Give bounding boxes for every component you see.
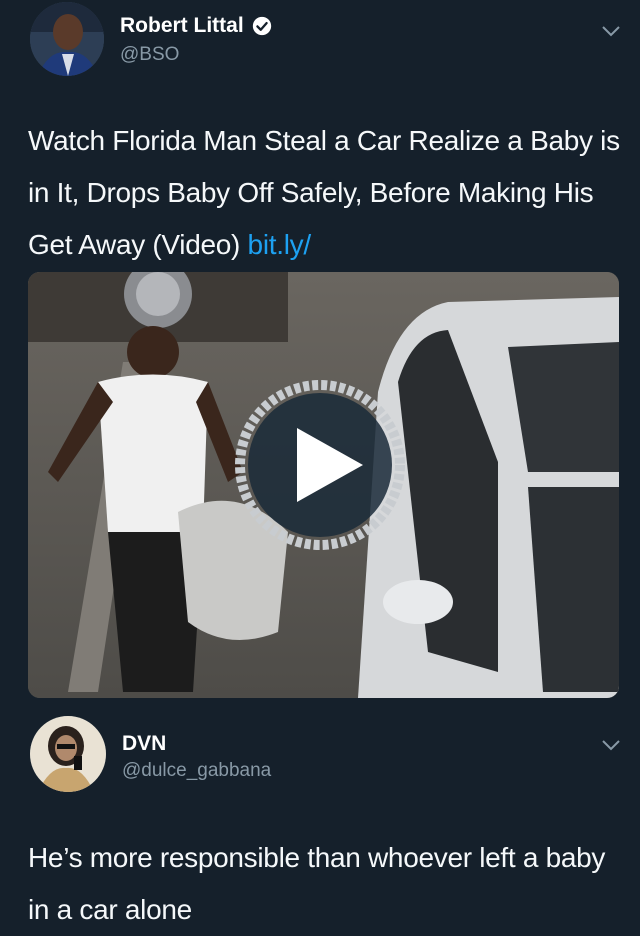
- tweet-robert-littal[interactable]: Robert Littal @BSO Watch Florida Man Ste…: [0, 0, 640, 710]
- play-icon[interactable]: [235, 380, 405, 550]
- handle[interactable]: @dulce_gabbana: [122, 760, 271, 782]
- tweet-text: He’s more responsible than whoever left …: [28, 842, 606, 925]
- tweet-link[interactable]: bit.ly/: [248, 229, 312, 260]
- avatar[interactable]: [30, 2, 104, 76]
- display-name-text: DVN: [122, 732, 167, 755]
- tweet-dvn[interactable]: DVN @dulce_gabbana He’s more responsible…: [0, 710, 640, 930]
- verified-badge-icon: [252, 16, 271, 36]
- tweet-text-body: Watch Florida Man Steal a Car Realize a …: [28, 125, 620, 260]
- tweet-text: Watch Florida Man Steal a Car Realize a …: [28, 115, 628, 271]
- chevron-down-icon[interactable]: [600, 738, 622, 752]
- handle[interactable]: @BSO: [120, 44, 179, 66]
- display-name[interactable]: DVN: [122, 732, 166, 756]
- display-name[interactable]: Robert Littal: [120, 14, 272, 38]
- avatar[interactable]: [30, 716, 106, 792]
- chevron-down-icon[interactable]: [600, 24, 622, 38]
- display-name-text: Robert Littal: [120, 14, 244, 37]
